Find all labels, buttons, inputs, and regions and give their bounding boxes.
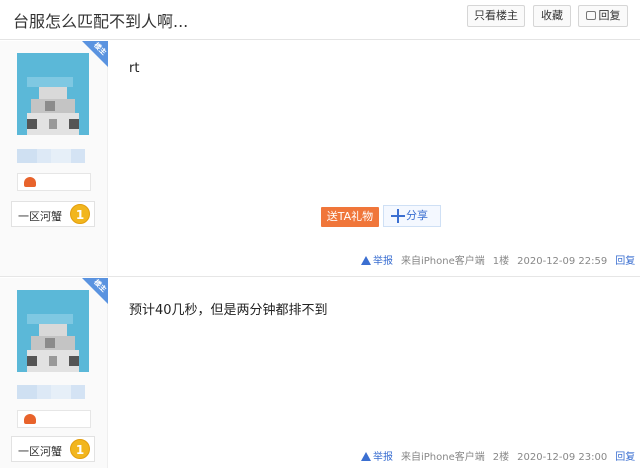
level-badge: 1 <box>70 439 90 459</box>
plus-icon <box>391 209 405 223</box>
only-louzhu-button[interactable]: 只看楼主 <box>467 5 525 27</box>
louzhu-badge: 楼主 <box>82 278 108 304</box>
post-time: 2020-12-09 22:59 <box>517 256 608 267</box>
comment-icon <box>585 11 596 20</box>
post-source: 来自iPhone客户端 <box>401 256 485 267</box>
reply-button[interactable]: 回复 <box>578 5 628 27</box>
warning-icon <box>361 452 371 461</box>
game-badge-icon <box>24 414 36 424</box>
send-gift-button[interactable]: 送TA礼物 <box>321 207 379 227</box>
user-rank-box[interactable]: 一区河蟹 1 <box>11 201 95 227</box>
report-link[interactable]: 举报 <box>373 452 393 463</box>
thread-title: 台服怎么匹配不到人啊... <box>13 12 189 31</box>
avatar[interactable] <box>17 290 89 372</box>
username-blurred[interactable] <box>17 384 89 399</box>
level-badge: 1 <box>70 204 90 224</box>
game-badge-icon <box>24 177 36 187</box>
floor-number: 2楼 <box>492 452 510 463</box>
thread-header: 台服怎么匹配不到人啊... 只看楼主 收藏 回复 <box>0 0 640 40</box>
post-floor-2: 楼主 一区河蟹 1 预计40几秒，但是两分钟都排不到 举报 来自iPhone客户端… <box>0 278 640 468</box>
post-content: rt <box>129 61 140 76</box>
louzhu-badge: 楼主 <box>82 41 108 67</box>
author-sidebar: 楼主 一区河蟹 1 <box>0 278 108 468</box>
username-blurred[interactable] <box>17 148 89 163</box>
floor-reply-link[interactable]: 回复 <box>615 452 635 463</box>
post-source: 来自iPhone客户端 <box>401 452 485 463</box>
report-link[interactable]: 举报 <box>373 256 393 267</box>
post-time: 2020-12-09 23:00 <box>517 452 608 463</box>
post-meta: 举报 来自iPhone客户端 2楼 2020-12-09 23:00 回复 <box>361 448 635 463</box>
share-button[interactable]: 分享 <box>383 205 441 227</box>
user-icon-row <box>17 173 91 191</box>
user-rank-box[interactable]: 一区河蟹 1 <box>11 436 95 462</box>
rank-title: 一区河蟹 <box>18 210 62 223</box>
rank-title: 一区河蟹 <box>18 445 62 458</box>
avatar[interactable] <box>17 53 89 135</box>
reply-button-label: 回复 <box>598 9 621 22</box>
user-icon-row <box>17 410 91 428</box>
author-sidebar: 楼主 一区河蟹 1 <box>0 41 108 276</box>
thread-page: 台服怎么匹配不到人啊... 只看楼主 收藏 回复 楼主 一区河蟹 1 rt 送T… <box>0 0 640 468</box>
favorite-button[interactable]: 收藏 <box>533 5 571 27</box>
warning-icon <box>361 256 371 265</box>
post-floor-1: 楼主 一区河蟹 1 rt 送TA礼物 分享 举报 来自iPhone客户端 1楼 202… <box>0 41 640 277</box>
floor-number: 1楼 <box>492 256 510 267</box>
post-meta: 举报 来自iPhone客户端 1楼 2020-12-09 22:59 回复 <box>361 252 635 267</box>
floor-reply-link[interactable]: 回复 <box>615 256 635 267</box>
share-label: 分享 <box>406 209 428 222</box>
post-content: 预计40几秒，但是两分钟都排不到 <box>129 303 328 318</box>
